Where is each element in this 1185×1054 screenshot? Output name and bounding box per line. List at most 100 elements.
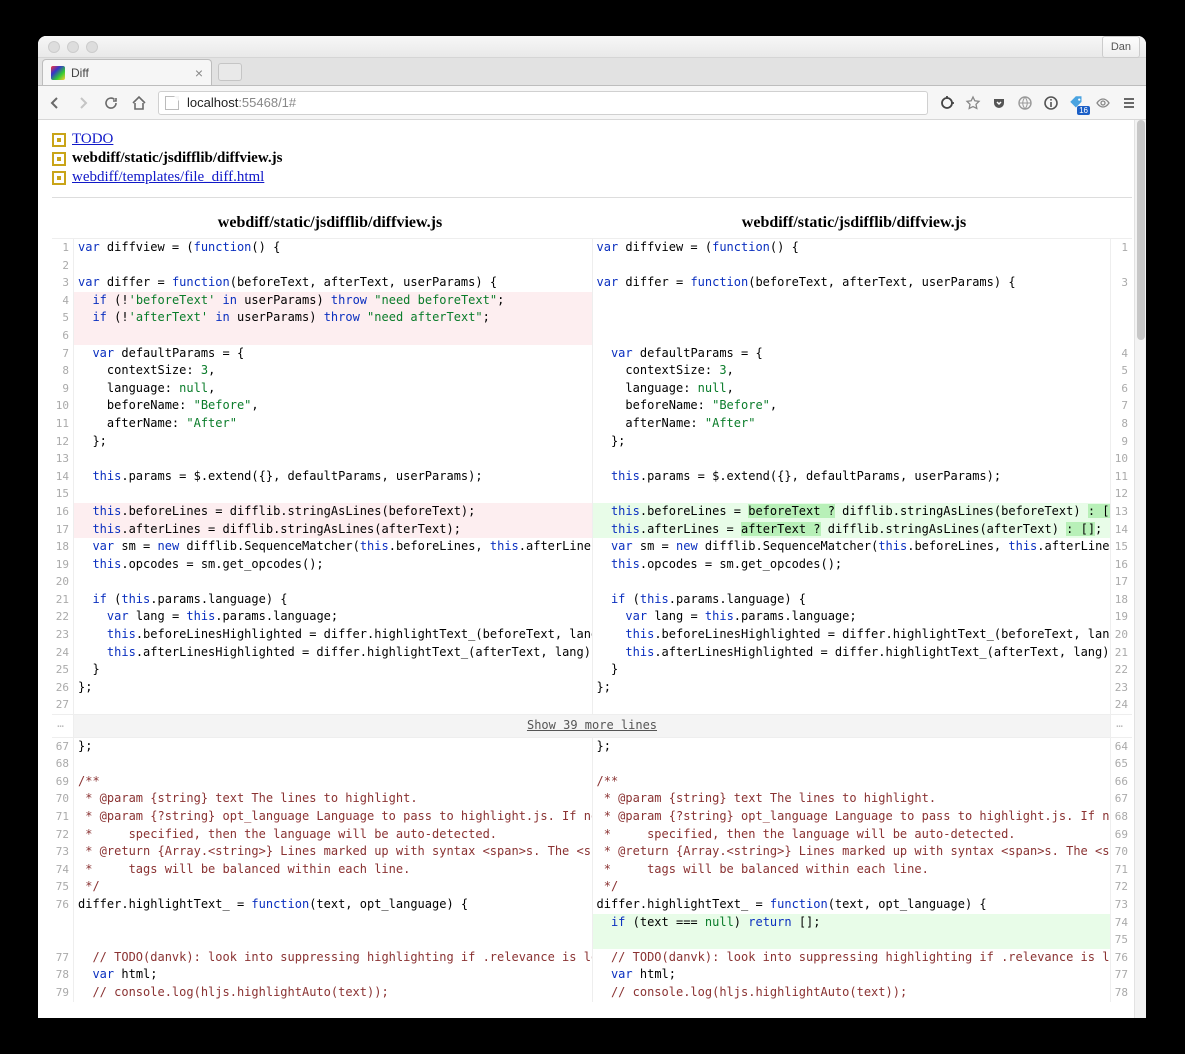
- code-right: [593, 450, 1111, 468]
- line-number-left: 8: [52, 362, 74, 380]
- scrollbar[interactable]: [1134, 120, 1146, 1018]
- line-number-right: 70: [1110, 843, 1132, 861]
- code-right: };: [593, 738, 1111, 756]
- line-number-right: 73: [1110, 896, 1132, 914]
- diff-row: 79 // console.log(hljs.highlightAuto(tex…: [52, 984, 1132, 1002]
- back-button[interactable]: [46, 94, 64, 112]
- code-right: * tags will be balanced within each line…: [593, 861, 1111, 879]
- line-number-right: 64: [1110, 738, 1132, 756]
- code-left: };: [74, 679, 593, 697]
- line-number-left: 77: [52, 949, 74, 967]
- window-minimize-icon[interactable]: [67, 41, 79, 53]
- line-number-right: 3: [1110, 274, 1132, 292]
- info-icon[interactable]: [1042, 94, 1060, 112]
- file-change-icon: [52, 171, 66, 185]
- line-number-left: 25: [52, 661, 74, 679]
- code-left: * @param {string} text The lines to high…: [74, 790, 593, 808]
- code-left: [74, 931, 593, 949]
- line-number-right: 20: [1110, 626, 1132, 644]
- code-left: if (!'beforeText' in userParams) throw "…: [74, 292, 593, 310]
- reload-button[interactable]: [102, 94, 120, 112]
- code-left: // console.log(hljs.highlightAuto(text))…: [74, 984, 593, 1002]
- code-right: this.beforeLinesHighlighted = differ.hig…: [593, 626, 1111, 644]
- code-left: this.params = $.extend({}, defaultParams…: [74, 468, 593, 486]
- code-right: [593, 573, 1111, 591]
- file-list-label[interactable]: TODO: [72, 130, 113, 149]
- ext-tag-icon[interactable]: 16: [1068, 94, 1086, 112]
- code-right: this.opcodes = sm.get_opcodes();: [593, 556, 1111, 574]
- code-left: this.opcodes = sm.get_opcodes();: [74, 556, 593, 574]
- ext-reload-icon[interactable]: [938, 94, 956, 112]
- scrollbar-thumb[interactable]: [1137, 120, 1145, 340]
- line-number-right: 14: [1110, 521, 1132, 539]
- line-number-left: 78: [52, 966, 74, 984]
- code-left: * @return {Array.<string>} Lines marked …: [74, 843, 593, 861]
- tab-diff[interactable]: Diff ×: [42, 59, 212, 85]
- code-right: [593, 931, 1111, 949]
- code-left: beforeName: "Before",: [74, 397, 593, 415]
- code-left: var lang = this.params.language;: [74, 608, 593, 626]
- address-bar[interactable]: localhost:55468/1#: [158, 91, 928, 115]
- home-button[interactable]: [130, 94, 148, 112]
- diff-row: 23 this.beforeLinesHighlighted = differ.…: [52, 626, 1132, 644]
- pocket-icon[interactable]: [990, 94, 1008, 112]
- line-number-right: [1110, 292, 1132, 310]
- diff-row: if (text === null) return [];74: [52, 914, 1132, 932]
- diff-table-bottom: 67};};64686569/**/**6670 * @param {strin…: [52, 737, 1132, 1002]
- diff-row: 21 if (this.params.language) { if (this.…: [52, 591, 1132, 609]
- line-number-right: 68: [1110, 808, 1132, 826]
- ext-globe-icon[interactable]: [1016, 94, 1034, 112]
- diff-row: 16 this.beforeLines = difflib.stringAsLi…: [52, 503, 1132, 521]
- divider: [52, 197, 1132, 198]
- titlebar: [38, 36, 1146, 58]
- tab-close-icon[interactable]: ×: [195, 65, 203, 81]
- code-right: this.params = $.extend({}, defaultParams…: [593, 468, 1111, 486]
- diff-row: 4 if (!'beforeText' in userParams) throw…: [52, 292, 1132, 310]
- line-number-left: 72: [52, 826, 74, 844]
- new-tab-button[interactable]: [218, 63, 242, 81]
- line-number-left: 17: [52, 521, 74, 539]
- code-right: var diffview = (function() {: [593, 239, 1111, 257]
- line-number-left: 7: [52, 345, 74, 363]
- code-right: differ.highlightText_ = function(text, o…: [593, 896, 1111, 914]
- diff-row: 17 this.afterLines = difflib.stringAsLin…: [52, 521, 1132, 539]
- url-path: :55468/1#: [238, 95, 296, 110]
- code-right: if (text === null) return [];: [593, 914, 1111, 932]
- diff-header-right: webdiff/static/jsdifflib/diffview.js: [596, 210, 1112, 238]
- line-number-right: [1110, 257, 1132, 275]
- profile-chip[interactable]: Dan: [1102, 36, 1140, 58]
- window-zoom-icon[interactable]: [86, 41, 98, 53]
- code-right: // TODO(danvk): look into suppressing hi…: [593, 949, 1111, 967]
- menu-icon[interactable]: [1120, 94, 1138, 112]
- bookmark-star-icon[interactable]: [964, 94, 982, 112]
- line-number-right: 69: [1110, 826, 1132, 844]
- line-number-left: 15: [52, 485, 74, 503]
- file-list-item: webdiff/templates/file_diff.html: [52, 168, 1132, 187]
- diff-table: 1var diffview = (function() {var diffvie…: [52, 238, 1132, 714]
- line-number-left: 3: [52, 274, 74, 292]
- file-list-label[interactable]: webdiff/templates/file_diff.html: [72, 168, 264, 187]
- code-left: [74, 485, 593, 503]
- code-left: */: [74, 878, 593, 896]
- line-number-right: 22: [1110, 661, 1132, 679]
- diff-row: 6865: [52, 755, 1132, 773]
- line-number-right: 8: [1110, 415, 1132, 433]
- code-right: afterName: "After": [593, 415, 1111, 433]
- diff-row: 75 */ */72: [52, 878, 1132, 896]
- diff-row: 2: [52, 257, 1132, 275]
- code-left: var html;: [74, 966, 593, 984]
- diff-row: 72 * specified, then the language will b…: [52, 826, 1132, 844]
- code-right: // console.log(hljs.highlightAuto(text))…: [593, 984, 1111, 1002]
- diff-row: 22 var lang = this.params.language; var …: [52, 608, 1132, 626]
- show-more-link[interactable]: Show 39 more lines: [527, 718, 657, 732]
- file-list: TODOwebdiff/static/jsdifflib/diffview.js…: [52, 130, 1132, 187]
- window-close-icon[interactable]: [48, 41, 60, 53]
- code-left: var diffview = (function() {: [74, 239, 593, 257]
- code-right: language: null,: [593, 380, 1111, 398]
- line-number-right: 4: [1110, 345, 1132, 363]
- ext-eye-icon[interactable]: [1094, 94, 1112, 112]
- page-icon: [165, 96, 179, 110]
- forward-button[interactable]: [74, 94, 92, 112]
- line-number-right: 65: [1110, 755, 1132, 773]
- line-number-left: 9: [52, 380, 74, 398]
